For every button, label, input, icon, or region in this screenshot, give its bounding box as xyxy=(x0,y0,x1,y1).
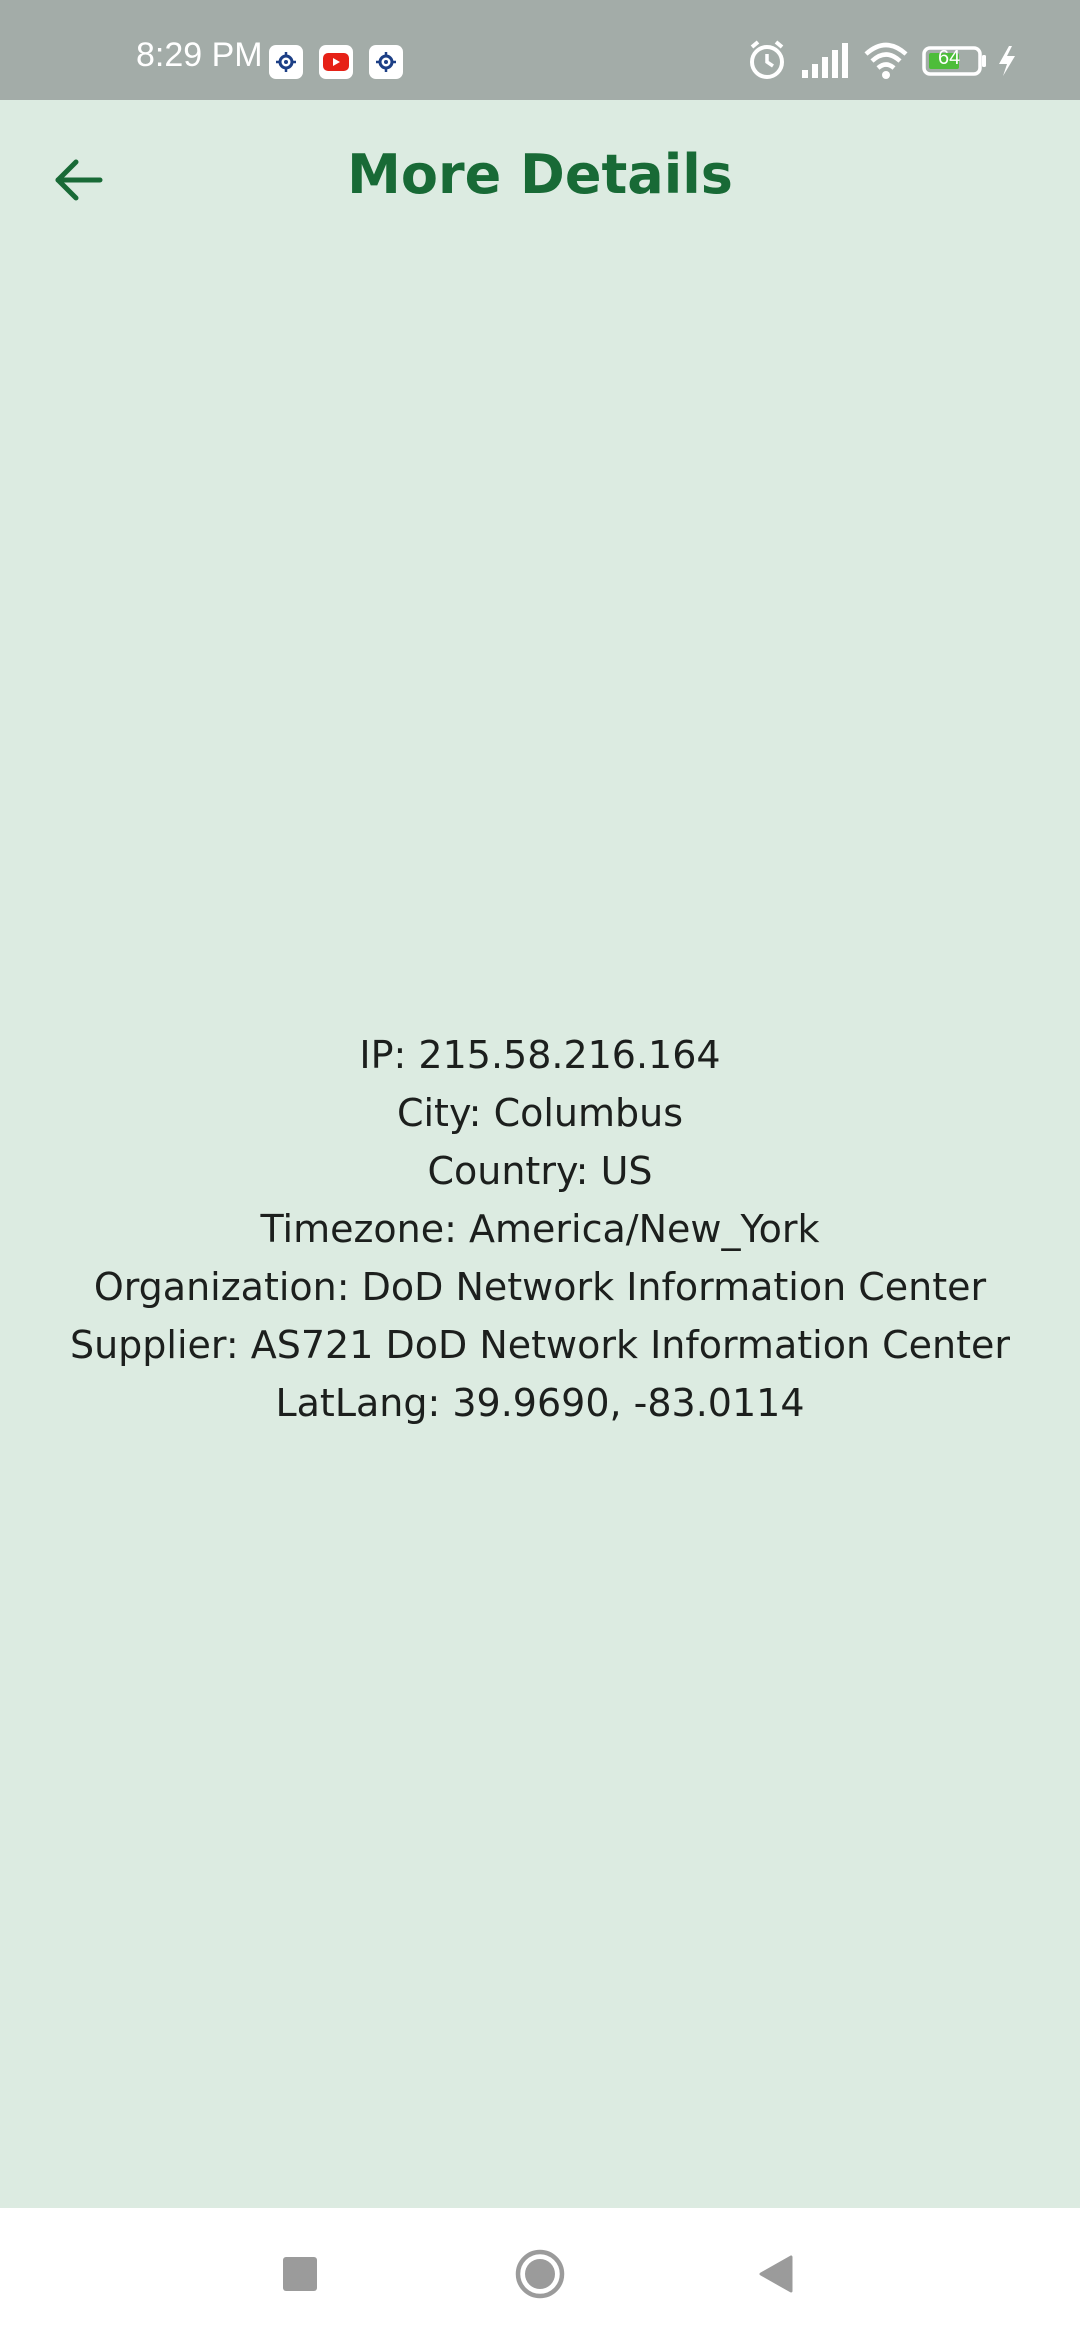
settings-app-icon xyxy=(369,45,403,79)
recents-button[interactable] xyxy=(240,2208,360,2340)
battery-icon: 64 xyxy=(922,38,988,86)
ip-text: IP: 215.58.216.164 xyxy=(359,1033,721,1077)
nav-back-button[interactable] xyxy=(716,2208,836,2340)
settings-app-icon xyxy=(269,45,303,79)
system-nav-bar xyxy=(0,2208,1080,2340)
page-title: More Details xyxy=(347,143,733,206)
home-circle-icon xyxy=(515,2249,565,2299)
wifi-icon xyxy=(862,38,910,86)
recents-square-icon xyxy=(283,2257,317,2291)
back-triangle-icon xyxy=(759,2255,793,2293)
status-time: 8:29 PM xyxy=(136,36,263,74)
home-button[interactable] xyxy=(480,2208,600,2340)
city-text: City: Columbus xyxy=(396,1091,684,1135)
details-panel: IP: 215.58.216.164 City: Columbus Countr… xyxy=(0,1026,1080,1432)
youtube-icon xyxy=(319,45,353,79)
battery-level: 64 xyxy=(938,47,961,69)
alarm-icon xyxy=(746,38,788,86)
signal-icon xyxy=(800,38,850,86)
charging-icon xyxy=(994,38,1020,86)
organization-text: Organization: DoD Network Information Ce… xyxy=(93,1265,987,1309)
supplier-text: Supplier: AS721 DoD Network Information … xyxy=(69,1323,1011,1367)
app-bar: More Details xyxy=(0,100,1080,254)
latlang-text: LatLang: 39.9690, -83.0114 xyxy=(275,1381,805,1425)
timezone-text: Timezone: America/New_York xyxy=(260,1207,820,1251)
status-bar: 8:29 PM 64 xyxy=(0,0,1080,100)
country-text: Country: US xyxy=(427,1149,653,1193)
